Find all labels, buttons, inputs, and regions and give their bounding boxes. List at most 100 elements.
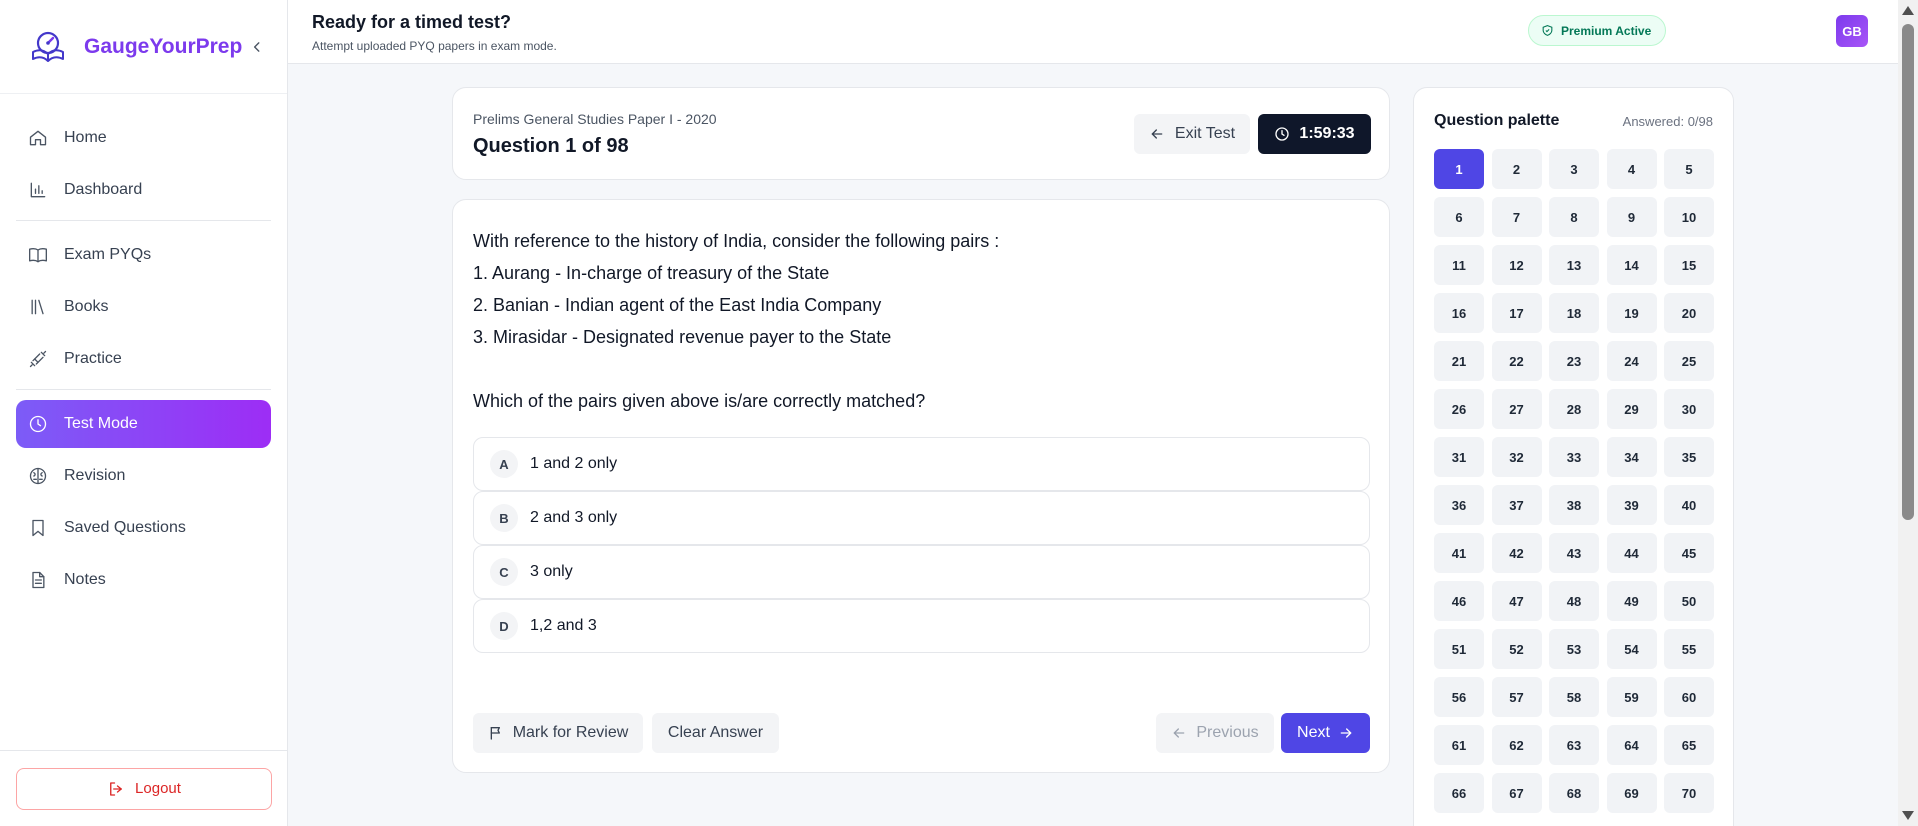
brand-name[interactable]: GaugeYourPrep [84,35,242,59]
palette-question-3[interactable]: 3 [1549,149,1599,189]
palette-question-27[interactable]: 27 [1491,389,1542,429]
palette-question-14[interactable]: 14 [1606,245,1657,285]
sidebar-item-practice[interactable]: Practice [16,335,271,383]
palette-question-46[interactable]: 46 [1434,581,1484,621]
palette-question-34[interactable]: 34 [1606,437,1657,477]
palette-question-41[interactable]: 41 [1434,533,1484,573]
palette-question-56[interactable]: 56 [1434,677,1484,717]
logout-button[interactable]: Logout [16,767,272,810]
palette-question-18[interactable]: 18 [1549,293,1599,333]
palette-question-11[interactable]: 11 [1434,245,1484,285]
previous-button[interactable]: Previous [1156,713,1274,753]
palette-question-65[interactable]: 65 [1664,725,1714,765]
palette-question-6[interactable]: 6 [1434,197,1484,237]
option-b[interactable]: B 2 and 3 only [473,491,1370,545]
palette-question-54[interactable]: 54 [1606,629,1657,669]
palette-question-45[interactable]: 45 [1664,533,1714,573]
sidebar-item-exam-pyqs[interactable]: Exam PYQs [16,231,271,279]
option-d[interactable]: D 1,2 and 3 [473,599,1370,653]
palette-question-21[interactable]: 21 [1434,341,1484,381]
next-button[interactable]: Next [1281,713,1370,753]
palette-question-55[interactable]: 55 [1664,629,1714,669]
palette-question-32[interactable]: 32 [1491,437,1542,477]
palette-question-39[interactable]: 39 [1606,485,1657,525]
palette-question-20[interactable]: 20 [1664,293,1714,333]
palette-question-64[interactable]: 64 [1606,725,1657,765]
palette-question-22[interactable]: 22 [1491,341,1542,381]
palette-question-26[interactable]: 26 [1434,389,1484,429]
palette-question-23[interactable]: 23 [1549,341,1599,381]
palette-question-44[interactable]: 44 [1606,533,1657,573]
palette-question-60[interactable]: 60 [1664,677,1714,717]
palette-question-59[interactable]: 59 [1606,677,1657,717]
scroll-up-arrow-icon[interactable] [1902,6,1914,15]
sidebar-item-label: Exam PYQs [64,246,152,263]
sidebar-item-saved-questions[interactable]: Saved Questions [16,504,271,552]
palette-question-12[interactable]: 12 [1491,245,1542,285]
palette-question-1[interactable]: 1 [1434,149,1484,189]
palette-question-7[interactable]: 7 [1491,197,1542,237]
palette-question-47[interactable]: 47 [1491,581,1542,621]
palette-question-5[interactable]: 5 [1664,149,1714,189]
option-a[interactable]: A 1 and 2 only [473,437,1370,491]
palette-question-29[interactable]: 29 [1606,389,1657,429]
sidebar-item-books[interactable]: Books [16,283,271,331]
palette-question-62[interactable]: 62 [1491,725,1542,765]
palette-question-10[interactable]: 10 [1664,197,1714,237]
option-c[interactable]: C 3 only [473,545,1370,599]
palette-question-70[interactable]: 70 [1664,773,1714,813]
palette-question-48[interactable]: 48 [1549,581,1599,621]
collapse-sidebar-icon[interactable] [250,40,264,54]
palette-question-37[interactable]: 37 [1491,485,1542,525]
sidebar-item-test-mode[interactable]: Test Mode [16,400,271,448]
palette-question-49[interactable]: 49 [1606,581,1657,621]
exit-test-button[interactable]: Exit Test [1134,114,1250,154]
palette-question-17[interactable]: 17 [1491,293,1542,333]
palette-question-67[interactable]: 67 [1491,773,1542,813]
palette-question-4[interactable]: 4 [1606,149,1657,189]
clear-answer-label: Clear Answer [667,724,764,741]
palette-question-66[interactable]: 66 [1434,773,1484,813]
logo-icon[interactable] [28,27,68,67]
palette-question-2[interactable]: 2 [1491,149,1542,189]
palette-question-35[interactable]: 35 [1664,437,1714,477]
scroll-down-arrow-icon[interactable] [1902,811,1914,820]
palette-question-30[interactable]: 30 [1664,389,1714,429]
palette-question-28[interactable]: 28 [1549,389,1599,429]
palette-question-69[interactable]: 69 [1606,773,1657,813]
page-scrollbar[interactable] [1898,0,1918,826]
palette-question-40[interactable]: 40 [1664,485,1714,525]
palette-question-16[interactable]: 16 [1434,293,1484,333]
palette-question-61[interactable]: 61 [1434,725,1484,765]
palette-question-15[interactable]: 15 [1664,245,1714,285]
palette-question-19[interactable]: 19 [1606,293,1657,333]
palette-question-25[interactable]: 25 [1664,341,1714,381]
avatar[interactable]: GB [1836,15,1868,47]
palette-question-53[interactable]: 53 [1549,629,1599,669]
palette-question-58[interactable]: 58 [1549,677,1599,717]
palette-question-13[interactable]: 13 [1549,245,1599,285]
palette-question-50[interactable]: 50 [1664,581,1714,621]
palette-question-68[interactable]: 68 [1549,773,1599,813]
mark-for-review-button[interactable]: Mark for Review [473,713,643,753]
sidebar-item-notes[interactable]: Notes [16,556,271,604]
palette-question-9[interactable]: 9 [1606,197,1657,237]
palette-question-43[interactable]: 43 [1549,533,1599,573]
scrollbar-thumb[interactable] [1902,24,1914,520]
sidebar-item-home[interactable]: Home [16,114,271,162]
palette-question-57[interactable]: 57 [1491,677,1542,717]
palette-question-31[interactable]: 31 [1434,437,1484,477]
palette-question-36[interactable]: 36 [1434,485,1484,525]
arrow-left-icon [1174,728,1185,738]
palette-question-38[interactable]: 38 [1549,485,1599,525]
palette-question-24[interactable]: 24 [1606,341,1657,381]
palette-question-63[interactable]: 63 [1549,725,1599,765]
clear-answer-button[interactable]: Clear Answer [652,713,779,753]
sidebar-item-revision[interactable]: Revision [16,452,271,500]
sidebar-item-dashboard[interactable]: Dashboard [16,166,271,214]
palette-question-51[interactable]: 51 [1434,629,1484,669]
palette-question-42[interactable]: 42 [1491,533,1542,573]
palette-question-33[interactable]: 33 [1549,437,1599,477]
palette-question-52[interactable]: 52 [1491,629,1542,669]
palette-question-8[interactable]: 8 [1549,197,1599,237]
